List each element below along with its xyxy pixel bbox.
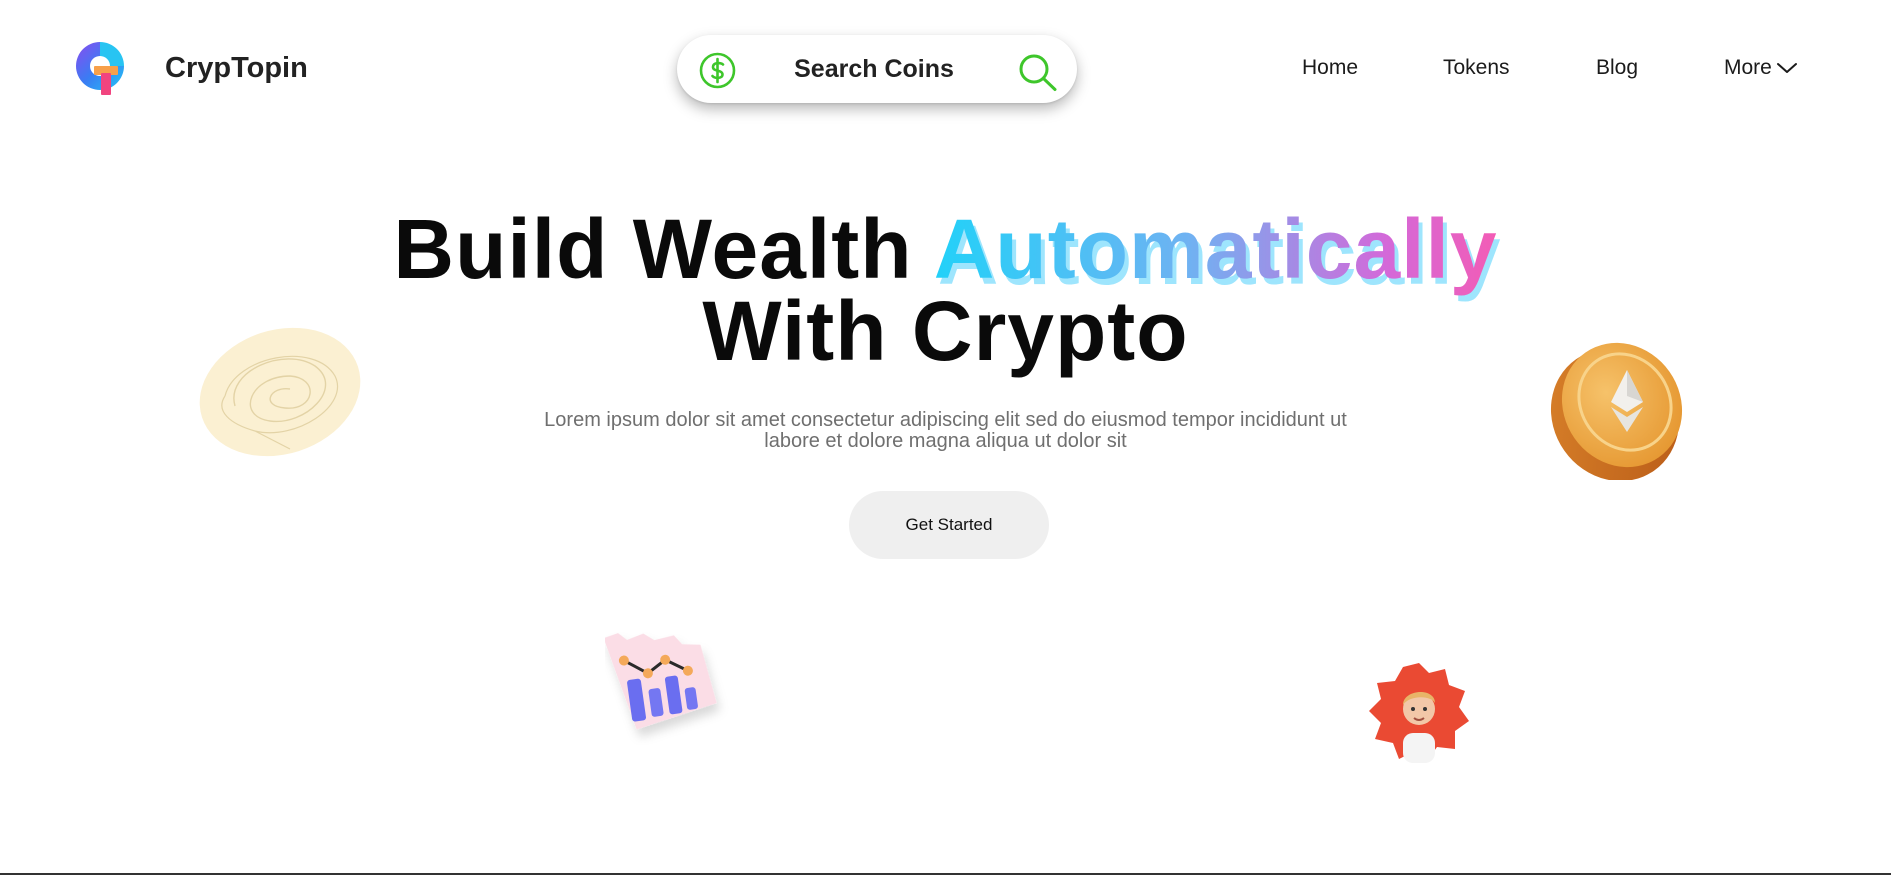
hero-title-part1: Build Wealth <box>393 202 934 296</box>
hero-title-part2: With Crypto <box>702 284 1189 378</box>
person-avatar-badge <box>1369 663 1469 763</box>
search-bar[interactable] <box>677 35 1077 103</box>
bar-chart-sticker-icon <box>605 633 717 730</box>
chevron-down-icon <box>1776 63 1797 73</box>
nav-more[interactable]: More <box>1724 56 1798 80</box>
hero-title-highlight: Automatically <box>933 202 1498 296</box>
get-started-button[interactable]: Get Started <box>849 491 1049 559</box>
search-icon[interactable] <box>1017 53 1059 93</box>
hero-subtitle: Lorem ipsum dolor sit amet consectetur a… <box>500 410 1391 452</box>
nav-blog[interactable]: Blog <box>1596 56 1638 80</box>
cryptopin-logo-icon[interactable] <box>72 38 128 100</box>
brand-name[interactable]: CrypTopin <box>165 52 308 85</box>
scribble-blob-icon <box>199 327 361 457</box>
search-input[interactable] <box>757 51 991 87</box>
dollar-circle-icon <box>699 52 736 89</box>
hero-subtitle-line1: Lorem ipsum dolor sit amet consectetur a… <box>544 409 1347 431</box>
ethereum-coin-icon <box>1550 342 1683 480</box>
nav-tokens[interactable]: Tokens <box>1443 56 1510 80</box>
hero-subtitle-line2: labore et dolore magna aliqua ut dolor s… <box>764 430 1127 452</box>
nav-home[interactable]: Home <box>1302 56 1358 80</box>
nav-more-label: More <box>1724 56 1772 79</box>
